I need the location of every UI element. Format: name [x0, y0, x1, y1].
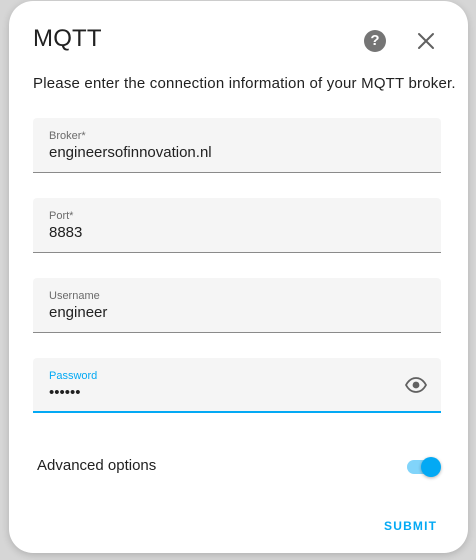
port-label: Port*: [49, 210, 74, 222]
port-field[interactable]: Port*: [33, 198, 441, 253]
broker-input[interactable]: [49, 144, 389, 161]
toggle-knob: [421, 457, 441, 477]
advanced-options-label: Advanced options: [37, 457, 157, 474]
close-icon-glyph: [418, 33, 434, 49]
broker-label: Broker*: [49, 130, 86, 142]
submit-button[interactable]: SUBMIT: [384, 519, 437, 533]
dialog-description: Please enter the connection information …: [33, 75, 456, 92]
eye-icon[interactable]: [404, 376, 428, 394]
advanced-options-toggle[interactable]: [407, 455, 443, 479]
username-label: Username: [49, 290, 100, 302]
help-icon[interactable]: ?: [364, 30, 386, 52]
username-field[interactable]: Username: [33, 278, 441, 333]
password-label: Password: [49, 370, 98, 382]
eye-icon-glyph: [404, 377, 428, 393]
username-input[interactable]: [49, 304, 389, 321]
dialog-title: MQTT: [33, 25, 102, 52]
password-input[interactable]: [49, 384, 389, 401]
broker-field[interactable]: Broker*: [33, 118, 441, 173]
mqtt-config-dialog: MQTT ? Please enter the connection infor…: [9, 1, 468, 553]
close-icon[interactable]: [414, 29, 438, 53]
port-input[interactable]: [49, 224, 389, 241]
password-field[interactable]: Password: [33, 358, 441, 413]
